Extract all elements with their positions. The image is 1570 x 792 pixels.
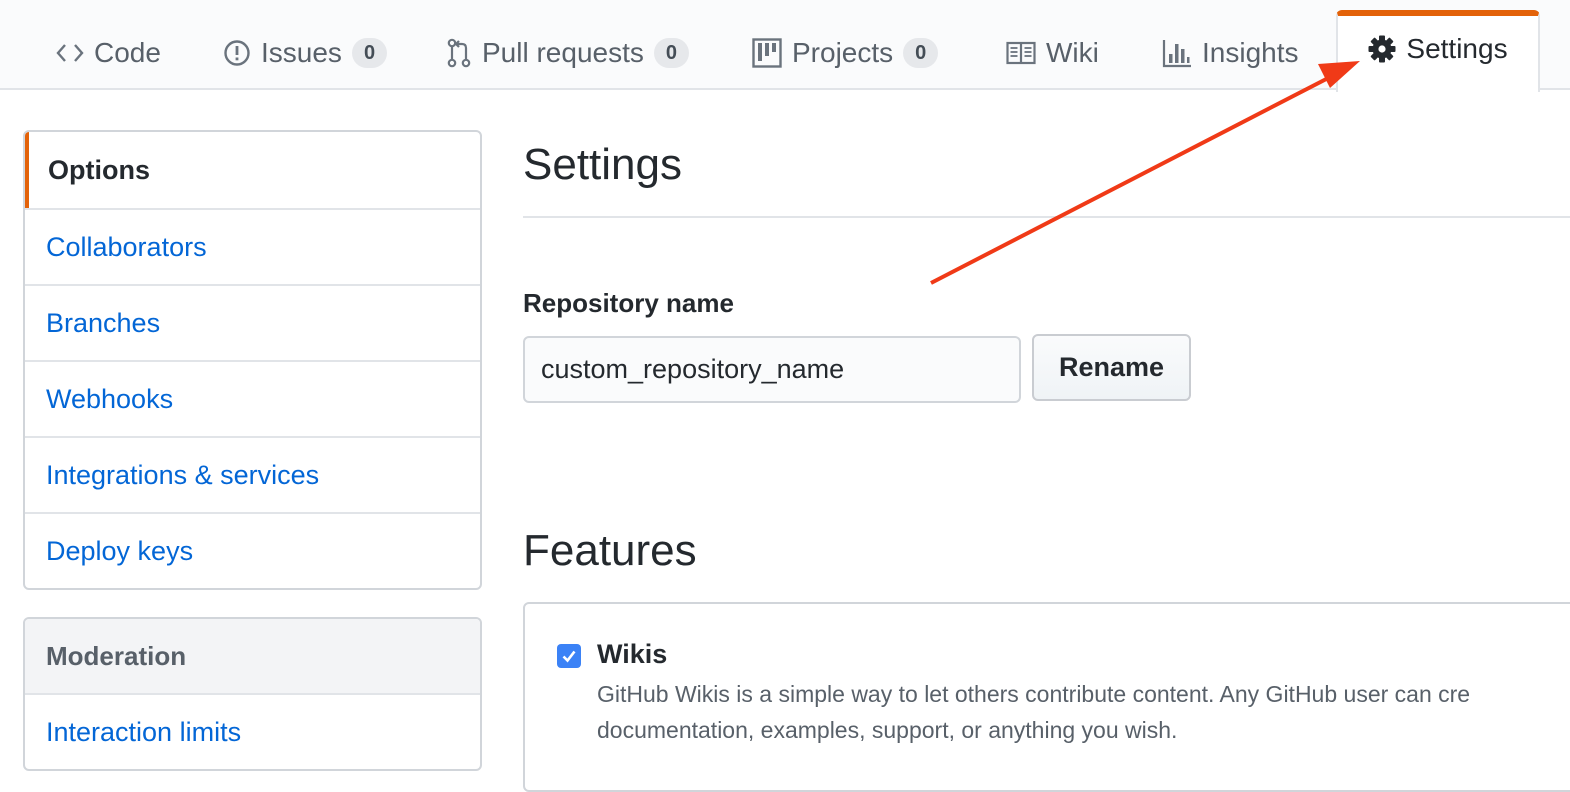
page-title: Settings — [523, 140, 682, 189]
pull-request-icon — [446, 38, 472, 68]
graph-icon — [1162, 38, 1192, 68]
wikis-checkbox[interactable] — [557, 644, 581, 668]
tab-issues[interactable]: Issues 0 — [223, 18, 388, 88]
description-line: GitHub Wikis is a simple way to let othe… — [597, 681, 1471, 707]
sidebar-item-branches[interactable]: Branches — [25, 284, 480, 360]
pull-requests-counter: 0 — [653, 38, 689, 68]
moderation-sidebar-menu: Moderation Interaction limits — [23, 617, 482, 771]
description-line: documentation, examples, support, or any… — [597, 717, 1178, 743]
tab-pull-requests[interactable]: Pull requests 0 — [446, 18, 689, 88]
sidebar-item-collaborators[interactable]: Collaborators — [25, 208, 480, 284]
issues-counter: 0 — [351, 38, 388, 68]
repo-nav-tabs: Code Issues 0 Pull requests 0 Projects 0… — [0, 0, 1570, 92]
repository-name-input[interactable] — [523, 336, 1021, 403]
sidebar-item-options[interactable]: Options — [25, 132, 480, 208]
tab-label: Pull requests — [482, 37, 644, 68]
issue-icon — [223, 39, 251, 67]
tab-label: Wiki — [1046, 37, 1099, 68]
tab-label: Code — [94, 37, 161, 68]
tab-wiki[interactable]: Wiki — [1006, 18, 1099, 88]
sidebar-item-interaction-limits[interactable]: Interaction limits — [25, 693, 480, 769]
sidebar-item-integrations-services[interactable]: Integrations & services — [25, 436, 480, 512]
rename-button[interactable]: Rename — [1032, 334, 1191, 401]
tab-code[interactable]: Code — [56, 18, 161, 88]
tab-label: Settings — [1406, 33, 1508, 64]
tab-insights[interactable]: Insights — [1162, 18, 1299, 88]
gear-icon — [1368, 35, 1396, 63]
sidebar-item-deploy-keys[interactable]: Deploy keys — [25, 512, 480, 588]
wikis-feature-name: Wikis — [597, 639, 668, 669]
title-divider — [523, 216, 1570, 218]
tab-label: Insights — [1202, 37, 1299, 68]
projects-counter: 0 — [903, 38, 939, 68]
moderation-heading: Moderation — [25, 619, 480, 693]
settings-sidebar-menu: Options Collaborators Branches Webhooks … — [23, 130, 482, 590]
tab-projects[interactable]: Projects 0 — [752, 18, 939, 88]
wikis-feature-description: GitHub Wikis is a simple way to let othe… — [597, 676, 1570, 748]
repository-name-label: Repository name — [523, 288, 734, 318]
features-title: Features — [523, 526, 697, 575]
tab-settings[interactable]: Settings — [1336, 10, 1540, 92]
tab-label: Issues — [261, 37, 342, 68]
tab-label: Projects — [792, 37, 894, 68]
book-icon — [1006, 41, 1036, 65]
code-icon — [56, 42, 84, 64]
sidebar-item-webhooks[interactable]: Webhooks — [25, 360, 480, 436]
checkmark-icon — [562, 650, 576, 663]
project-icon — [752, 38, 782, 68]
